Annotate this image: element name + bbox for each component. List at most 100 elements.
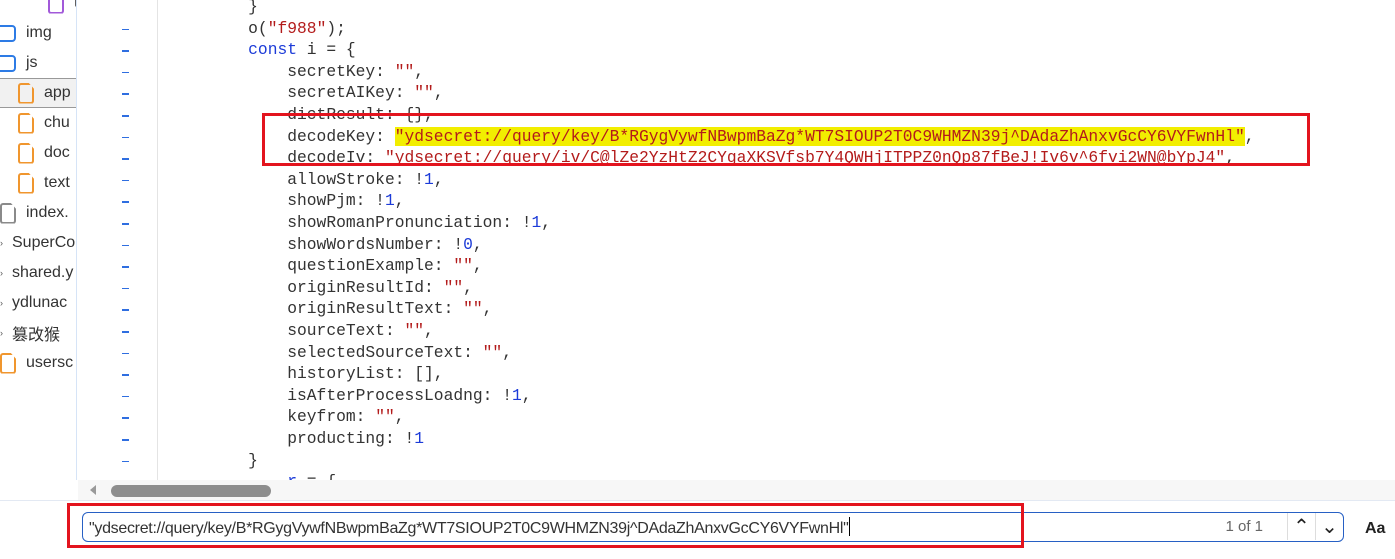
code-line: keyfrom: "", <box>170 406 404 428</box>
tree-item[interactable]: chu <box>0 108 76 138</box>
code-line: secretAIKey: "", <box>170 82 444 104</box>
diff-marker <box>122 28 129 31</box>
code-token: o( <box>170 18 268 38</box>
diff-marker <box>122 201 129 203</box>
code-token: questionExample: <box>170 256 454 276</box>
code-token: "f988" <box>267 18 327 38</box>
code-token: sourceText: <box>170 321 405 340</box>
file-icon <box>18 112 34 134</box>
tree-item[interactable]: › ydlunac <box>0 288 76 318</box>
chevron-right-icon: › <box>0 328 3 338</box>
tree-item-label: SuperCo <box>12 234 76 251</box>
code-line: , r = { <box>170 471 336 480</box>
code-editor[interactable]: } o("f988"); const i = { secretKey: "" , … <box>78 0 1395 480</box>
diff-gutter <box>78 0 158 480</box>
diff-marker <box>122 309 129 311</box>
code-line: sourceText: "", <box>170 320 434 342</box>
next-match-button[interactable]: ⌄ <box>1315 513 1343 540</box>
annotation-box-decode <box>262 113 1310 166</box>
code-token: , <box>433 83 444 103</box>
code-token: , <box>502 342 512 362</box>
code-line: o("f988"); <box>170 18 346 40</box>
code-line: secretKey: "", <box>170 61 424 83</box>
code-token: 1 <box>511 385 522 405</box>
code-line: showPjm: !1, <box>170 190 405 212</box>
code-line: producting: !1 <box>170 428 424 450</box>
code-token: keyfrom: <box>170 407 376 427</box>
chevron-down-icon: ⌄ <box>1321 514 1338 538</box>
code-line: isAfterProcessLoadng: !1, <box>170 385 532 407</box>
file-icon <box>0 352 16 374</box>
tree-item[interactable]: › 篡改猴 <box>0 318 76 348</box>
code-token: , <box>482 299 493 319</box>
code-token: 1 <box>424 169 434 189</box>
folder-icon <box>0 24 16 42</box>
tree-item-label: shared.y <box>12 264 74 281</box>
tree-item[interactable]: › shared.y <box>0 258 76 288</box>
code-token: ); <box>326 18 346 38</box>
match-case-button[interactable]: Aa <box>1365 520 1385 538</box>
code-token: i = { <box>297 40 356 60</box>
diff-marker <box>122 395 129 398</box>
chevron-right-icon: › <box>0 298 3 308</box>
code-line: historyList: [], <box>170 363 443 385</box>
code-token: , <box>521 385 532 405</box>
tree-item[interactable]: doc <box>0 138 76 168</box>
code-line: selectedSourceText: "", <box>170 342 512 364</box>
code-token: "" <box>443 277 464 297</box>
file-icon <box>18 172 34 194</box>
code-token: , <box>170 472 287 480</box>
code-token: } <box>170 450 258 470</box>
diff-marker <box>122 115 129 117</box>
code-token: selectedSourceText: <box>170 342 483 362</box>
chevron-right-icon: › <box>0 268 3 278</box>
code-token: showRomanPronunciation: ! <box>170 213 532 232</box>
file-tree: text img jsapp chu doc text index. › SuperCo › sha… <box>0 0 77 480</box>
annotation-box-find <box>67 503 1024 548</box>
tree-item-label: usersc <box>26 354 74 371</box>
file-icon <box>18 82 34 104</box>
tree-item[interactable]: index. <box>0 198 76 228</box>
tree-item-label: text <box>44 174 70 191</box>
tree-item[interactable]: app <box>0 78 76 108</box>
code-token: , <box>414 61 425 81</box>
tree-item[interactable]: text <box>0 168 76 198</box>
diff-marker <box>122 352 129 355</box>
file-icon <box>18 142 34 164</box>
prev-match-button[interactable]: ⌃ <box>1287 513 1315 540</box>
tree-item[interactable]: img <box>0 18 76 48</box>
code-token: , <box>541 213 552 232</box>
scrollbar-thumb[interactable] <box>111 485 271 497</box>
tree-item-label: ydlunac <box>12 294 68 311</box>
code-token: allowStroke: ! <box>170 169 425 189</box>
tree-item-label: 篡改猴 <box>12 327 61 344</box>
diff-marker <box>122 179 129 182</box>
code-token: "" <box>404 321 425 340</box>
code-token: showPjm: ! <box>170 191 385 211</box>
diff-marker <box>122 287 129 290</box>
code-token: , <box>463 277 473 297</box>
code-token: , <box>472 234 483 254</box>
diff-marker <box>122 244 129 247</box>
tree-item[interactable]: usersc <box>0 348 76 378</box>
code-line: showWordsNumber: !0, <box>170 234 483 256</box>
code-token: , <box>424 321 434 340</box>
code-line: showRomanPronunciation: !1, <box>170 212 551 234</box>
code-token: 0 <box>463 234 473 254</box>
code-token: "" <box>414 83 434 103</box>
tree-item[interactable]: js <box>0 48 76 78</box>
diff-marker <box>122 266 129 268</box>
diff-marker <box>122 223 129 225</box>
match-count: 1 of 1 <box>1225 518 1263 535</box>
code-token: "" <box>394 61 415 81</box>
diff-marker <box>122 93 129 95</box>
scroll-left-icon[interactable] <box>90 485 96 495</box>
code-token: const <box>170 40 298 60</box>
code-token: , <box>394 191 405 211</box>
horizontal-scrollbar[interactable] <box>78 480 1395 500</box>
tree-item[interactable]: › SuperCo <box>0 228 76 258</box>
tree-item[interactable]: text <box>0 0 76 18</box>
code-line: } <box>170 450 258 472</box>
folder-icon <box>0 54 16 72</box>
code-token: producting: ! <box>170 429 415 448</box>
